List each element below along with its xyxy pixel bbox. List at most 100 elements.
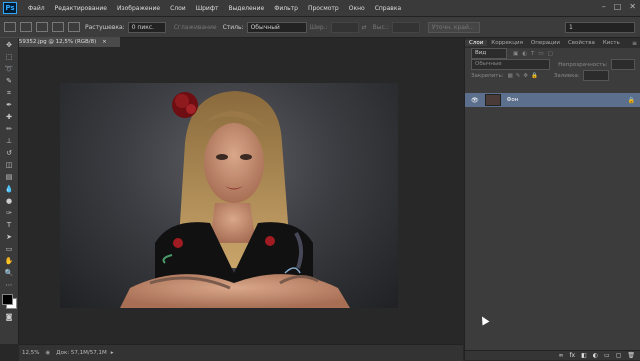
menu-filter[interactable]: Фильтр	[269, 5, 303, 12]
more-tools-icon[interactable]: ⋯	[3, 280, 15, 290]
intersect-selection-icon[interactable]	[68, 22, 80, 32]
history-brush-icon[interactable]: ↺	[3, 148, 15, 158]
new-selection-icon[interactable]	[20, 22, 32, 32]
blur-tool-icon[interactable]: 💧	[3, 184, 15, 194]
move-tool-icon[interactable]: ✥	[3, 40, 15, 50]
add-selection-icon[interactable]	[36, 22, 48, 32]
document-info[interactable]: Док: 57,1M/57,1M	[56, 350, 106, 356]
filter-row: Вид ▣ ◐ T ▭ ▢	[465, 48, 640, 59]
adjustment-layer-icon[interactable]: ◐	[593, 352, 598, 359]
fill-input[interactable]	[582, 70, 609, 81]
visibility-eye-icon[interactable]: 👁	[471, 97, 479, 104]
panel-tabs: Слои Коррекция Операции Свойства Кисть ≡	[465, 38, 640, 48]
blend-mode-select[interactable]: Обычные	[471, 59, 551, 70]
toolbox: ✥ ⬚ ➰ ✎ ⌗ ✒ ✚ ✏ ⊥ ↺ ◫ ▤ 💧 ● ✑ T ➤ ▭ ✋ 🔍 …	[0, 38, 19, 344]
height-label: Выс.:	[372, 23, 389, 31]
minimize-icon[interactable]: –	[602, 2, 606, 11]
lock-all-icon[interactable]: 🔒	[531, 73, 538, 79]
dodge-tool-icon[interactable]: ●	[3, 196, 15, 206]
link-layers-icon[interactable]: ∞	[558, 352, 563, 359]
filter-type-icon[interactable]: T	[531, 51, 534, 57]
info-icon[interactable]: ◉	[45, 350, 50, 356]
layers-panel: Слои Коррекция Операции Свойства Кисть ≡…	[464, 38, 640, 360]
rose-hair-ornament	[172, 92, 198, 118]
tab-actions[interactable]: Операции	[527, 40, 564, 46]
close-icon[interactable]: ×	[102, 39, 107, 45]
tab-brush[interactable]: Кисть	[599, 40, 624, 46]
subtract-selection-icon[interactable]	[52, 22, 64, 32]
layer-thumbnail	[484, 94, 501, 106]
filter-adjustment-icon[interactable]: ◐	[522, 51, 527, 57]
menu-edit[interactable]: Редактирование	[50, 5, 112, 12]
layer-style-icon[interactable]: fx	[569, 352, 575, 359]
quick-select-tool-icon[interactable]: ✎	[3, 76, 15, 86]
menu-help[interactable]: Справка	[370, 5, 406, 12]
color-swatches[interactable]	[2, 294, 17, 309]
portrait-image	[120, 91, 350, 308]
height-input[interactable]	[391, 21, 420, 33]
menu-view[interactable]: Просмотр	[303, 5, 344, 12]
menu-file[interactable]: Файл	[23, 5, 50, 12]
clone-stamp-icon[interactable]: ⊥	[3, 136, 15, 146]
eyedropper-tool-icon[interactable]: ✒	[3, 100, 15, 110]
menu-window[interactable]: Окно	[344, 5, 370, 12]
layer-name[interactable]: Фон	[507, 97, 519, 103]
lock-paint-icon[interactable]: ✎	[516, 73, 521, 79]
path-select-icon[interactable]: ➤	[3, 232, 15, 242]
layer-lock-icon: 🔒	[627, 96, 635, 104]
trash-icon[interactable]: 🗑	[627, 352, 635, 359]
antialias-checkbox[interactable]: Сглаживание	[174, 24, 217, 31]
eraser-tool-icon[interactable]: ◫	[3, 160, 15, 170]
opacity-input[interactable]	[610, 59, 635, 70]
healing-brush-icon[interactable]: ✚	[3, 112, 15, 122]
canvas-area[interactable]	[19, 47, 463, 344]
chevron-right-icon[interactable]: ▸	[111, 350, 114, 356]
menu-bar: Ps Файл Редактирование Изображение Слои …	[0, 0, 640, 17]
workspace-select[interactable]: 1	[565, 21, 635, 33]
lock-label: Закрепить:	[471, 72, 504, 79]
marquee-tool-icon[interactable]: ⬚	[3, 52, 15, 62]
quick-mask-icon[interactable]: ◙	[3, 312, 15, 322]
document-photo[interactable]	[60, 83, 398, 308]
style-label: Стиль:	[222, 23, 244, 31]
new-layer-icon[interactable]: ▢	[616, 352, 622, 359]
shape-tool-icon[interactable]: ▭	[3, 244, 15, 254]
photoshop-logo[interactable]: Ps	[3, 2, 17, 14]
blend-row: Обычные Непрозрачность:	[465, 59, 640, 70]
tab-properties[interactable]: Свойства	[564, 40, 599, 46]
zoom-tool-icon[interactable]: 🔍	[3, 268, 15, 278]
lasso-tool-icon[interactable]: ➰	[3, 64, 15, 74]
panel-menu-icon[interactable]: ≡	[632, 40, 640, 47]
refine-edge-button[interactable]: Уточн. край...	[427, 21, 480, 33]
brush-tool-icon[interactable]: ✏	[3, 124, 15, 134]
filter-shape-icon[interactable]: ▭	[538, 51, 543, 57]
maximize-icon[interactable]: □	[614, 2, 622, 11]
pen-tool-icon[interactable]: ✑	[3, 208, 15, 218]
menu-layers[interactable]: Слои	[165, 5, 191, 12]
add-mask-icon[interactable]: ◧	[581, 352, 587, 359]
width-input[interactable]	[330, 21, 359, 33]
layer-row-background[interactable]: 👁 Фон 🔒	[465, 93, 640, 107]
filter-pixel-icon[interactable]: ▣	[513, 51, 518, 57]
lock-pixels-icon[interactable]: ▦	[508, 73, 513, 79]
feather-input[interactable]: 0 пикс.	[127, 21, 166, 33]
hand-tool-icon[interactable]: ✋	[3, 256, 15, 266]
gradient-tool-icon[interactable]: ▤	[3, 172, 15, 182]
tab-layers[interactable]: Слои	[465, 40, 488, 46]
new-group-icon[interactable]: ▭	[604, 352, 610, 359]
swap-icon[interactable]: ⇄	[362, 24, 367, 31]
style-select[interactable]: Обычный	[246, 21, 307, 33]
marquee-tool-icon[interactable]	[4, 22, 16, 32]
zoom-level[interactable]: 12,5%	[22, 350, 39, 356]
close-icon[interactable]: ✕	[629, 2, 636, 11]
lock-position-icon[interactable]: ✥	[523, 73, 528, 79]
type-tool-icon[interactable]: T	[3, 220, 15, 230]
filter-smart-icon[interactable]: ▢	[548, 51, 553, 57]
menu-image[interactable]: Изображение	[112, 5, 165, 12]
tab-adjustments[interactable]: Коррекция	[487, 40, 527, 46]
kind-filter-select[interactable]: Вид	[471, 48, 507, 59]
foreground-color[interactable]	[2, 294, 13, 305]
crop-tool-icon[interactable]: ⌗	[3, 88, 15, 98]
menu-select[interactable]: Выделение	[223, 5, 269, 12]
menu-type[interactable]: Шрифт	[191, 5, 224, 12]
